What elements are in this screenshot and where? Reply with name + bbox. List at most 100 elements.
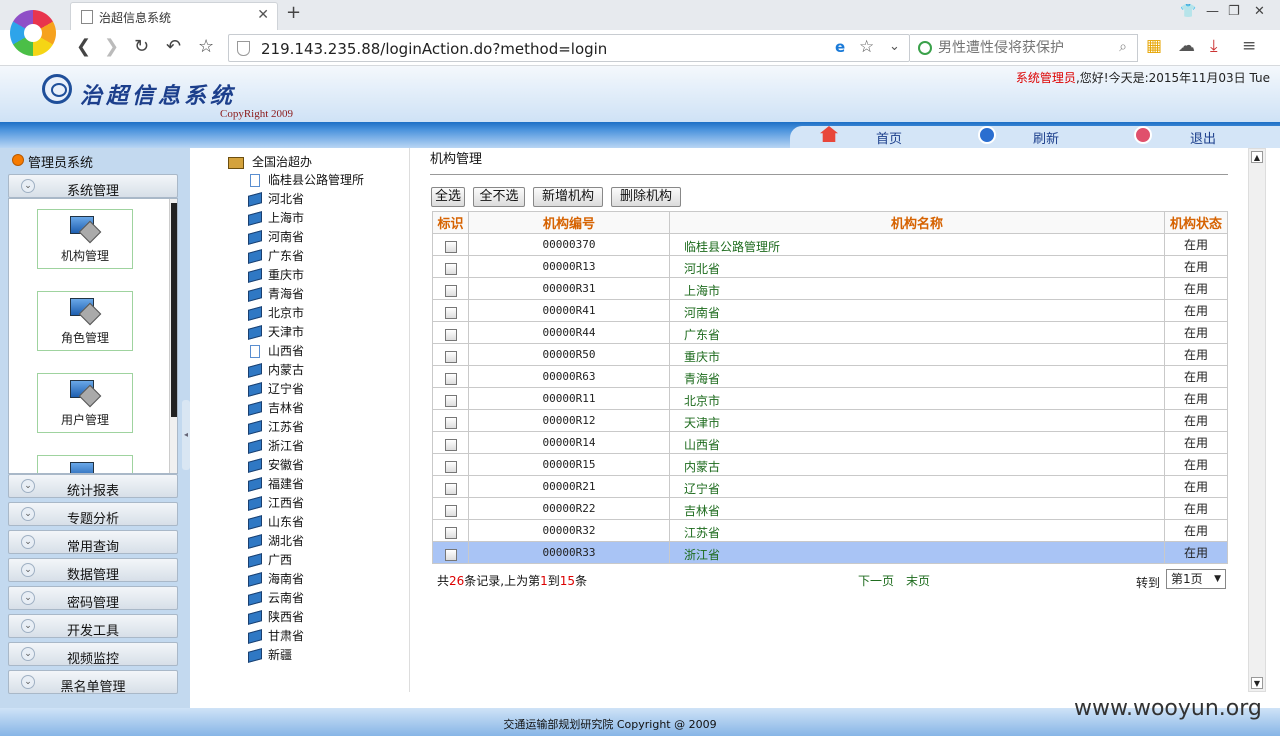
chevron-down-icon[interactable]: ⌄ (889, 39, 900, 54)
tree-node[interactable]: 甘肃省 (248, 627, 304, 646)
download-icon[interactable]: ⤓ (1210, 36, 1218, 56)
row-checkbox[interactable] (444, 460, 457, 473)
tree-node[interactable]: 河北省 (248, 190, 304, 209)
nav-refresh-link[interactable]: 刷新 (1033, 128, 1059, 147)
row-checkbox[interactable] (444, 438, 457, 451)
row-checkbox[interactable] (444, 548, 457, 561)
row-checkbox[interactable] (444, 482, 457, 495)
cloud-icon[interactable]: ☁ (1178, 36, 1195, 56)
tile-org-management[interactable]: 机构管理 (37, 209, 133, 269)
org-name[interactable]: 吉林省 (669, 497, 1165, 520)
tree-node[interactable]: 安徽省 (248, 456, 304, 475)
table-row[interactable]: 00000R50 重庆市 在用 (432, 343, 1228, 366)
table-row[interactable]: 00000370 临桂县公路管理所 在用 (432, 233, 1228, 256)
org-name[interactable]: 青海省 (669, 365, 1165, 388)
sidebar-collapse-handle[interactable]: ◂ (182, 400, 190, 470)
new-tab-icon[interactable]: + (286, 2, 301, 23)
tree-node[interactable]: 江西省 (248, 494, 304, 513)
nav-logout-link[interactable]: 退出 (1190, 128, 1216, 147)
org-name[interactable]: 河南省 (669, 299, 1165, 322)
tree-node[interactable]: 江苏省 (248, 418, 304, 437)
next-page-link[interactable]: 下一页 (858, 572, 894, 589)
org-name[interactable]: 河北省 (669, 255, 1165, 278)
search-box[interactable]: ⌕ (910, 34, 1138, 62)
tree-node[interactable]: 临桂县公路管理所 (248, 171, 364, 190)
panel-scrollbar[interactable] (169, 199, 177, 473)
search-input[interactable] (938, 38, 1108, 58)
tree-node[interactable]: 天津市 (248, 323, 304, 342)
org-name[interactable]: 山西省 (669, 431, 1165, 454)
tree-node[interactable]: 山西省 (248, 342, 304, 361)
sidebar-section-video[interactable]: ⌄ 视频监控 (8, 642, 178, 667)
tile-role-management[interactable]: 角色管理 (37, 291, 133, 351)
minimize-icon[interactable]: — (1206, 4, 1219, 19)
row-checkbox[interactable] (444, 240, 457, 253)
tree-node[interactable]: 陕西省 (248, 608, 304, 627)
table-row[interactable]: 00000R31 上海市 在用 (432, 277, 1228, 300)
tree-node[interactable]: 内蒙古 (248, 361, 304, 380)
tree-node[interactable]: 云南省 (248, 589, 304, 608)
close-tab-icon[interactable]: ✕ (257, 7, 269, 23)
shirt-icon[interactable]: 👕 (1180, 4, 1196, 19)
add-org-button[interactable]: 新增机构 (533, 187, 603, 207)
favorite-star-icon[interactable]: ☆ (198, 36, 214, 57)
tree-node[interactable]: 广东省 (248, 247, 304, 266)
reload-icon[interactable]: ↻ (134, 36, 149, 57)
table-row[interactable]: 00000R63 青海省 在用 (432, 365, 1228, 388)
bookmark-star-icon[interactable]: ☆ (859, 37, 874, 57)
sidebar-section-blacklist[interactable]: ⌄ 黑名单管理 (8, 670, 178, 695)
sidebar-section-devtools[interactable]: ⌄ 开发工具 (8, 614, 178, 639)
undo-icon[interactable]: ↶ (166, 36, 181, 57)
scroll-down-icon[interactable]: ▼ (1251, 677, 1263, 689)
tree-node[interactable]: 海南省 (248, 570, 304, 589)
tree-node[interactable]: 青海省 (248, 285, 304, 304)
sidebar-section-data[interactable]: ⌄ 数据管理 (8, 558, 178, 583)
select-all-button[interactable]: 全选 (431, 187, 465, 207)
row-checkbox[interactable] (444, 350, 457, 363)
table-row[interactable]: 00000R15 内蒙古 在用 (432, 453, 1228, 476)
sidebar-section-query[interactable]: ⌄ 常用查询 (8, 530, 178, 555)
sidebar-section-analysis[interactable]: ⌄ 专题分析 (8, 502, 178, 527)
row-checkbox[interactable] (444, 372, 457, 385)
org-name[interactable]: 内蒙古 (669, 453, 1165, 476)
page-select[interactable]: 第1页 ▼ (1166, 569, 1226, 589)
org-name[interactable]: 北京市 (669, 387, 1165, 410)
apps-grid-icon[interactable]: ▦ (1146, 36, 1162, 56)
search-icon[interactable]: ⌕ (1119, 39, 1127, 55)
org-name[interactable]: 临桂县公路管理所 (669, 233, 1165, 256)
row-checkbox[interactable] (444, 504, 457, 517)
org-name[interactable]: 上海市 (669, 277, 1165, 300)
org-name[interactable]: 重庆市 (669, 343, 1165, 366)
logout-icon[interactable] (1134, 126, 1152, 144)
url-text[interactable]: 219.143.235.88/loginAction.do?method=log… (261, 40, 607, 58)
table-row[interactable]: 00000R22 吉林省 在用 (432, 497, 1228, 520)
close-window-icon[interactable]: ✕ (1254, 4, 1265, 19)
row-checkbox[interactable] (444, 262, 457, 275)
org-name[interactable]: 广东省 (669, 321, 1165, 344)
tree-node[interactable]: 辽宁省 (248, 380, 304, 399)
tile-partial[interactable] (37, 455, 133, 473)
row-checkbox[interactable] (444, 328, 457, 341)
tree-node[interactable]: 新疆 (248, 646, 292, 665)
tree-node[interactable]: 吉林省 (248, 399, 304, 418)
tree-node[interactable]: 湖北省 (248, 532, 304, 551)
forward-icon[interactable]: ❯ (104, 36, 119, 57)
table-row[interactable]: 00000R11 北京市 在用 (432, 387, 1228, 410)
table-row[interactable]: 00000R21 辽宁省 在用 (432, 475, 1228, 498)
tree-root[interactable]: 全国治超办 (228, 153, 312, 172)
delete-org-button[interactable]: 删除机构 (611, 187, 681, 207)
row-checkbox[interactable] (444, 526, 457, 539)
table-row[interactable]: 00000R44 广东省 在用 (432, 321, 1228, 344)
table-row[interactable]: 00000R32 江苏省 在用 (432, 519, 1228, 542)
tree-node[interactable]: 重庆市 (248, 266, 304, 285)
table-row[interactable]: 00000R12 天津市 在用 (432, 409, 1228, 432)
ie-mode-icon[interactable]: e (835, 38, 845, 56)
sidebar-section-system[interactable]: ⌄ 系统管理 (8, 174, 178, 199)
org-name[interactable]: 江苏省 (669, 519, 1165, 542)
address-bar[interactable]: 219.143.235.88/loginAction.do?method=log… (228, 34, 910, 62)
maximize-icon[interactable]: ❐ (1228, 4, 1240, 19)
browser-logo-icon[interactable] (10, 10, 56, 56)
sidebar-section-stats[interactable]: ⌄ 统计报表 (8, 474, 178, 499)
main-scrollbar[interactable]: ▲ ▼ (1248, 148, 1266, 692)
nav-home-link[interactable]: 首页 (876, 128, 902, 147)
